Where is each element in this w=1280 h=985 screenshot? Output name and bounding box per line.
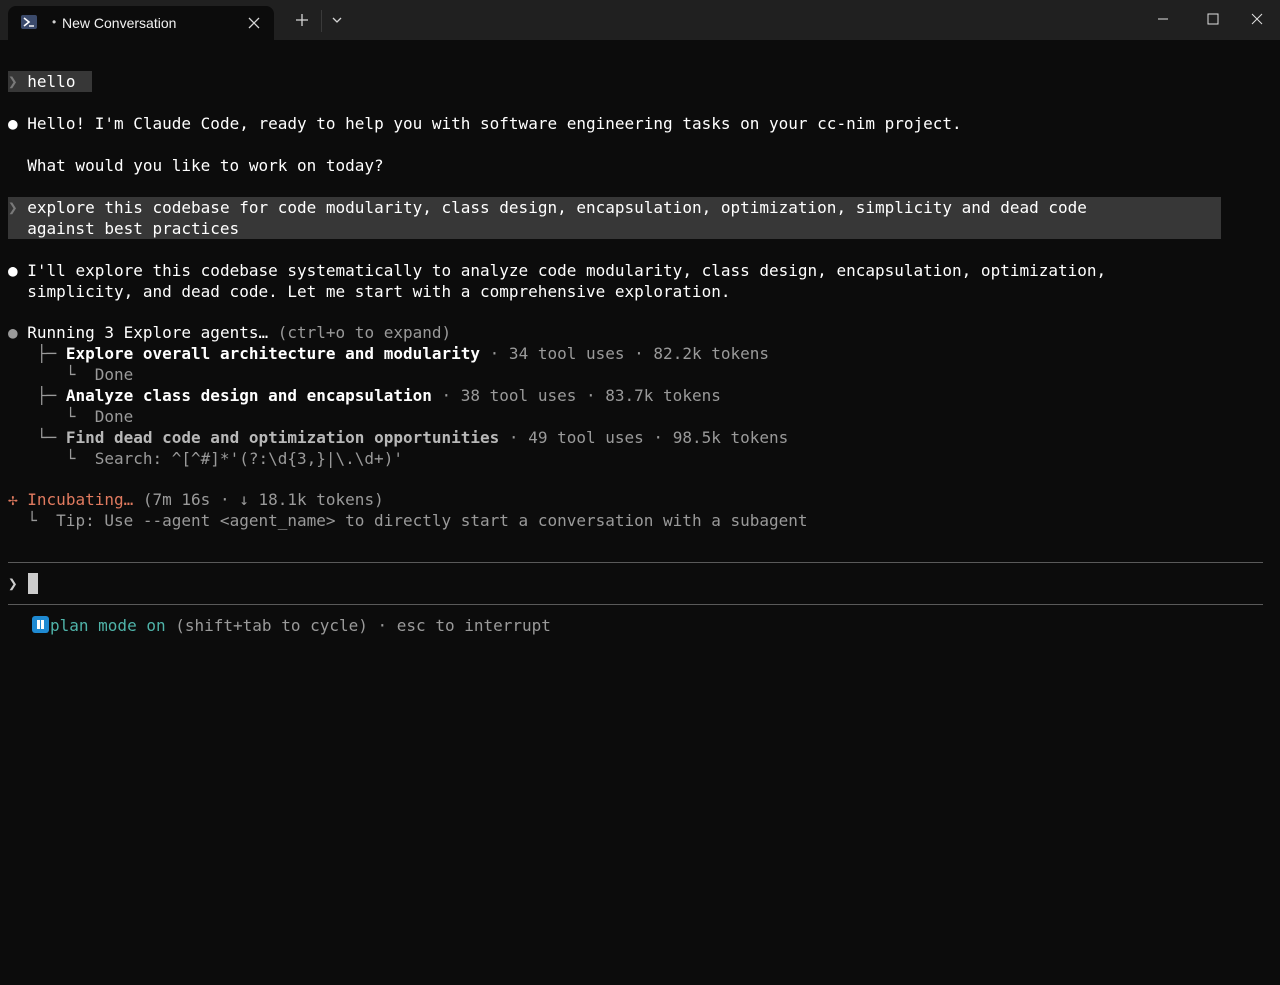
maximize-icon [1207, 13, 1219, 25]
close-icon[interactable] [246, 15, 262, 31]
expand-hint: (ctrl+o to expand) [268, 323, 452, 342]
sub-branch-glyph: └ [65, 449, 76, 468]
user-message-text-line1: explore this codebase for code modularit… [27, 198, 1087, 217]
tree-branch: ├─ [36, 386, 57, 405]
assistant-text-line2-row: What would you like to work on today? [8, 155, 384, 176]
agent-item: ├─ Explore overall architecture and modu… [8, 343, 769, 364]
agent-item: ├─ Analyze class design and encapsulatio… [8, 385, 721, 406]
tip-text: Tip: Use --agent <agent_name> to directl… [56, 511, 808, 530]
prompt-caret: ❯ [8, 198, 18, 217]
prompt-input[interactable] [28, 573, 1258, 594]
input-divider-bottom [8, 604, 1263, 605]
agent-name: Find dead code and optimization opportun… [65, 428, 500, 447]
input-caret: ❯ [8, 574, 18, 593]
agent-stats: · 49 tool uses · 98.5k tokens [499, 428, 789, 447]
title-bar: • New Conversation [0, 0, 1280, 40]
terminal-output[interactable]: ❯ hello ● Hello! I'm Claude Code, ready … [0, 40, 1280, 680]
close-window-icon [1251, 13, 1263, 25]
pause-icon [32, 616, 49, 633]
input-divider-top [8, 562, 1263, 563]
agent-status: └ Done [8, 364, 133, 385]
agent-stats: · 34 tool uses · 82.2k tokens [480, 344, 770, 363]
spinner-icon: ✢ [8, 490, 18, 509]
tab-title: New Conversation [62, 15, 177, 31]
plan-mode-label: plan mode on [50, 616, 166, 635]
assistant-text-line2: What would you like to work on today? [27, 156, 384, 175]
new-tab-button[interactable] [292, 10, 312, 30]
minimize-icon [1158, 18, 1168, 20]
assistant-text-line2-row: simplicity, and dead code. Let me start … [8, 281, 730, 302]
tab-new-conversation[interactable]: • New Conversation [8, 6, 274, 40]
text-cursor [28, 573, 38, 594]
terminal-icon [21, 15, 37, 29]
prompt-caret: ❯ [8, 72, 18, 91]
chevron-down-icon[interactable] [327, 10, 347, 30]
status-meta: (7m 16s · ↓ 18.1k tokens) [133, 490, 384, 509]
agents-header[interactable]: ● Running 3 Explore agents… (ctrl+o to e… [8, 322, 451, 343]
agent-stats: · 38 tool uses · 83.7k tokens [431, 386, 721, 405]
close-window-button[interactable] [1234, 0, 1280, 40]
sub-branch-glyph: └ [65, 407, 76, 426]
agents-title: Running 3 Explore agents… [27, 323, 269, 342]
maximize-button[interactable] [1190, 0, 1236, 40]
user-message-line2-row: against best practices [8, 218, 239, 239]
bullet-icon: ● [8, 114, 18, 133]
toolbar-divider [321, 10, 322, 32]
bullet-icon: ● [8, 323, 18, 342]
agent-name: Analyze class design and encapsulation [65, 386, 432, 405]
tab-activity-indicator: • [52, 15, 57, 29]
agent-status: └ Search: ^[^#]*'(?:\d{3,}|\.\d+)' [8, 448, 403, 469]
status-line: ✢ Incubating… (7m 16s · ↓ 18.1k tokens) [8, 489, 384, 510]
bullet-icon: ● [8, 261, 18, 280]
agent-item: └─ Find dead code and optimization oppor… [8, 427, 788, 448]
agent-status-text: Search: ^[^#]*'(?:\d{3,}|\.\d+)' [94, 449, 403, 468]
tip-glyph: └ [27, 511, 37, 530]
assistant-text-line1: I'll explore this codebase systematicall… [27, 261, 1107, 280]
user-message-text: hello [27, 72, 76, 91]
sub-branch-glyph: └ [65, 365, 76, 384]
user-message-text-line2: against best practices [27, 219, 240, 238]
agent-name: Explore overall architecture and modular… [65, 344, 481, 363]
tree-branch: ├─ [36, 344, 57, 363]
assistant-text-line1: Hello! I'm Claude Code, ready to help yo… [27, 114, 962, 133]
minimize-button[interactable] [1140, 0, 1186, 40]
assistant-message: ● Hello! I'm Claude Code, ready to help … [8, 113, 962, 134]
user-message: ❯ explore this codebase for code modular… [8, 197, 1087, 218]
assistant-text-line2: simplicity, and dead code. Let me start … [27, 282, 731, 301]
agent-status-text: Done [94, 407, 134, 426]
user-message: ❯ hello [8, 71, 75, 92]
cycle-hint: (shift+tab to cycle) [165, 616, 368, 635]
tip-line: └ Tip: Use --agent <agent_name> to direc… [8, 510, 808, 531]
input-prompt: ❯ [8, 573, 18, 594]
tree-branch: └─ [36, 428, 57, 447]
agent-status: └ Done [8, 406, 133, 427]
status-label: Incubating… [27, 490, 134, 509]
mode-indicator: plan mode on (shift+tab to cycle) · esc … [50, 615, 551, 636]
agent-status-text: Done [94, 365, 134, 384]
interrupt-hint: · esc to interrupt [367, 616, 551, 635]
assistant-message: ● I'll explore this codebase systematica… [8, 260, 1106, 281]
